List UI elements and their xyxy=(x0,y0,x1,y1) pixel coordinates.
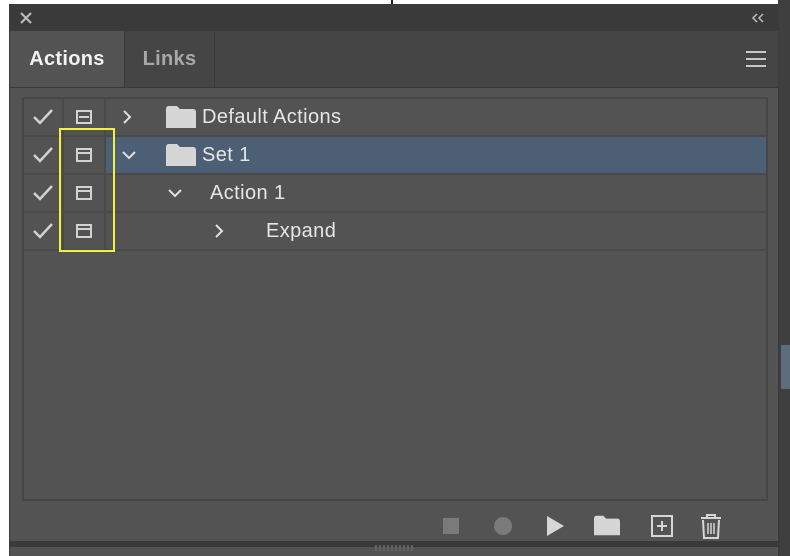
resize-grip-icon[interactable] xyxy=(374,544,414,552)
delete-button[interactable] xyxy=(698,513,724,539)
checkmark-icon xyxy=(33,109,53,125)
new-set-button[interactable] xyxy=(594,513,620,539)
checkmark-icon xyxy=(33,223,53,239)
panel-titlebar[interactable] xyxy=(10,5,778,31)
chevron-right-icon[interactable] xyxy=(212,213,226,249)
folder-icon xyxy=(166,144,196,166)
close-icon[interactable] xyxy=(19,11,33,25)
stop-icon xyxy=(443,518,459,534)
toggle-item-checkbox[interactable] xyxy=(24,175,64,211)
folder-icon xyxy=(166,106,196,128)
checkmark-icon xyxy=(33,185,53,201)
new-action-button[interactable] xyxy=(649,513,675,539)
action-row-default-actions[interactable]: Default Actions xyxy=(24,99,766,137)
tab-actions[interactable]: Actions xyxy=(10,31,124,87)
new-action-icon xyxy=(651,515,673,537)
toggle-item-checkbox[interactable] xyxy=(24,213,64,249)
chevron-down-icon[interactable] xyxy=(168,175,182,211)
action-row-set-1[interactable]: Set 1 xyxy=(24,137,766,175)
actions-panel: Actions Links Default Actions Set 1 Acti… xyxy=(9,4,780,556)
action-row-label: Default Actions xyxy=(202,106,342,128)
dialog-column-highlight xyxy=(59,128,115,252)
action-row-label: Action 1 xyxy=(210,182,286,204)
collapse-panel-icon[interactable] xyxy=(750,10,766,26)
action-row-action-1[interactable]: Action 1 xyxy=(24,175,766,213)
play-icon xyxy=(547,516,564,536)
checkmark-icon xyxy=(33,147,53,163)
tab-bar: Actions Links xyxy=(10,31,778,88)
stop-button[interactable] xyxy=(438,513,464,539)
record-button[interactable] xyxy=(490,513,516,539)
dialog-toggle-partial-icon xyxy=(76,110,92,124)
background-panel-edge xyxy=(778,0,790,556)
play-button[interactable] xyxy=(542,513,568,539)
delete-trash-icon xyxy=(701,514,721,539)
chevron-down-icon[interactable] xyxy=(122,137,136,173)
panel-menu-icon[interactable] xyxy=(746,51,766,67)
action-row-expand[interactable]: Expand xyxy=(24,213,766,251)
chevron-right-icon[interactable] xyxy=(120,99,134,135)
actions-list[interactable]: Default Actions Set 1 Action 1 Expand xyxy=(22,97,768,501)
tab-links[interactable]: Links xyxy=(124,31,215,87)
new-set-folder-icon xyxy=(594,515,620,536)
toggle-item-checkbox[interactable] xyxy=(24,137,64,173)
action-row-label: Expand xyxy=(266,220,337,242)
toggle-item-checkbox[interactable] xyxy=(24,99,64,135)
record-icon xyxy=(494,517,512,535)
background-scroll-accent xyxy=(781,345,790,389)
action-row-label: Set 1 xyxy=(202,144,251,166)
